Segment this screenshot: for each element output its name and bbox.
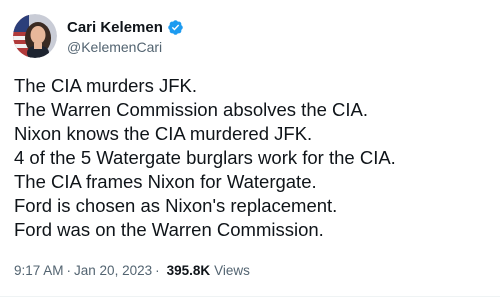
tweet-line: Ford is chosen as Nixon's replacement. <box>14 195 338 216</box>
views-count[interactable]: 395.8K <box>167 263 211 278</box>
tweet-line: The CIA frames Nixon for Watergate. <box>14 171 317 192</box>
tweet-line: The Warren Commission absolves the CIA. <box>14 99 369 120</box>
author-name[interactable]: Cari Kelemen <box>67 19 163 36</box>
meta-separator: · <box>66 263 72 278</box>
meta-separator: · <box>155 263 160 278</box>
tweet-date[interactable]: Jan 20, 2023 <box>74 263 152 278</box>
tweet-line: 4 of the 5 Watergate burglars work for t… <box>14 147 396 168</box>
verified-badge-icon <box>167 19 184 36</box>
tweet-line: The CIA murders JFK. <box>14 75 197 96</box>
divider <box>0 296 500 297</box>
tweet-meta: 9:17 AM · Jan 20, 2023 · 395.8K Views <box>14 263 250 278</box>
tweet-line: Ford was on the Warren Commission. <box>14 219 324 240</box>
tweet-card: Cari Kelemen @KelemenCari The CIA murder… <box>0 0 500 301</box>
avatar-image <box>13 14 57 58</box>
name-row: Cari Kelemen <box>67 18 184 38</box>
tweet-header: Cari Kelemen @KelemenCari <box>13 13 184 59</box>
author-handle[interactable]: @KelemenCari <box>67 39 184 55</box>
tweet-time[interactable]: 9:17 AM <box>14 263 64 278</box>
views-label: Views <box>214 263 250 278</box>
tweet-text: The CIA murders JFK. The Warren Commissi… <box>14 74 494 242</box>
tweet-line: Nixon knows the CIA murdered JFK. <box>14 123 313 144</box>
author-names: Cari Kelemen @KelemenCari <box>67 18 184 55</box>
avatar[interactable] <box>13 14 57 58</box>
